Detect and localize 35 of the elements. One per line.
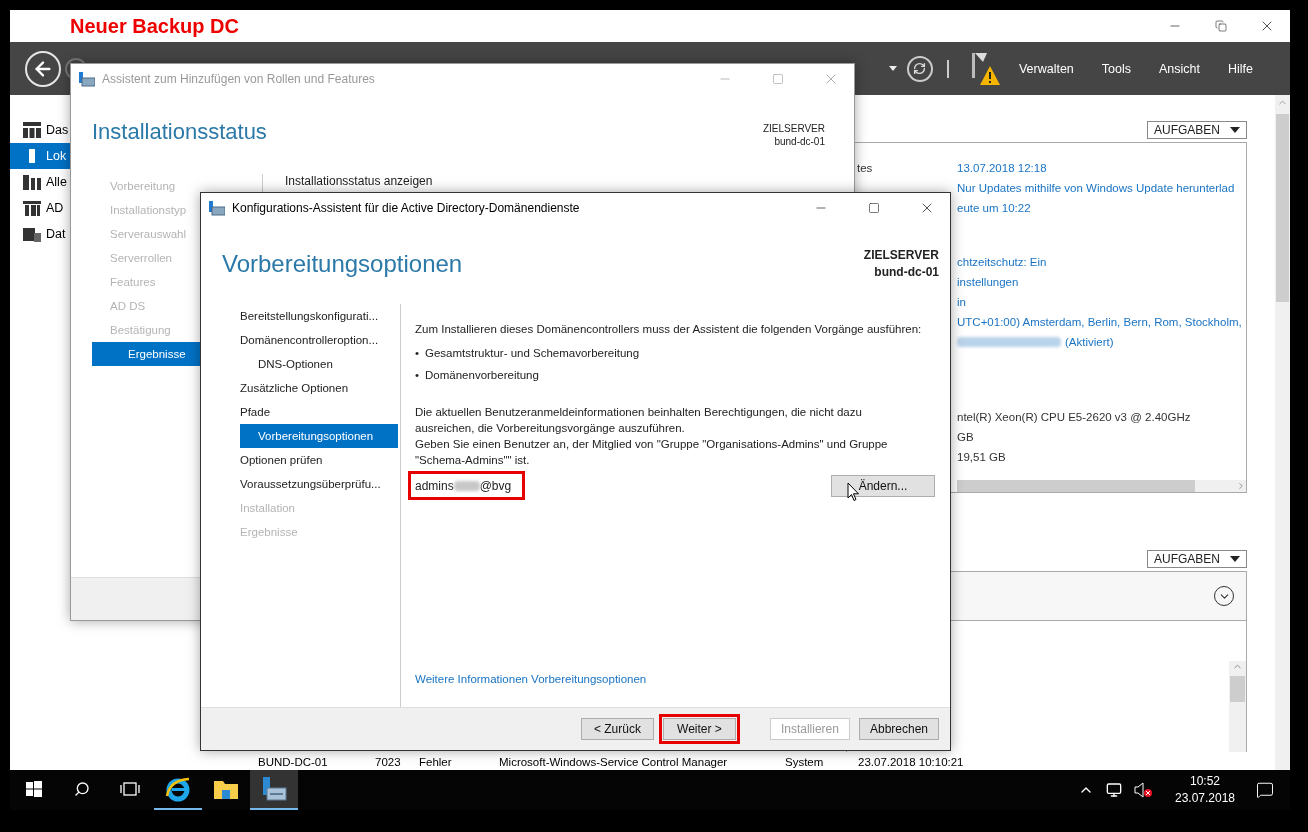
table-cell-text: 23.07.2018 10:10:21 <box>858 756 965 768</box>
sidebar-label: Lok <box>46 149 67 163</box>
window-title: Konfigurations-Assistent für die Active Directory-Domänendienste <box>232 201 581 215</box>
info-text: Die aktuellen Benutzeranmeldeinformationen beinhalten Berechtigungen, die nicht dazu ausreichen, die Vorbereitungsvorgänge auszuführen. <box>415 405 863 436</box>
intro-text: Zum Installieren dieses Domänencontrollers muss der Assistent die folgenden Vorgänge ausführen: <box>415 322 923 337</box>
sidebar-label: Dat <box>46 227 66 241</box>
section-title: Installationsstatus anzeigen <box>284 174 434 188</box>
task-item: Gesamtstruktur- und Schemavorbereitung <box>425 346 640 361</box>
property-value: GB <box>957 431 975 443</box>
task-item: Domänenvorbereitung <box>425 368 539 383</box>
account-domain: @bvg <box>479 478 512 493</box>
target-server: bund-dc-01 <box>774 135 825 148</box>
table-cell-text: Fehler <box>419 756 453 768</box>
window-title: Assistent zum Hinzufügen von Rollen und Features <box>102 72 376 86</box>
bullet-mark: • <box>415 346 420 361</box>
table-cell-text: BUND-DC-01 <box>258 756 329 768</box>
bullet-mark: • <box>415 368 420 383</box>
clock-time: 10:52 <box>1190 773 1220 790</box>
clock-date: 23.07.2018 <box>1174 790 1236 807</box>
table-cell-text: 7023 <box>375 756 402 768</box>
property-value: 19,51 GB <box>957 451 1007 463</box>
target-label: ZIELSERVER <box>863 247 939 264</box>
info-text: Geben Sie einen Benutzer an, der Mitglied von "Gruppe "Organisations-Admins" und Gruppe "Schema-Admins"" ist. <box>415 437 889 468</box>
property-value: ntel(R) Xeon(R) CPU E5-2620 v3 @ 2.40GHz <box>957 411 1192 423</box>
sidebar-label: AD <box>46 201 64 215</box>
target-label: ZIELSERVER <box>762 122 825 135</box>
table-cell-text: System <box>785 756 825 768</box>
page-heading: Installationsstatus <box>92 118 267 146</box>
table-cell-text: Microsoft-Windows-Service Control Manager <box>499 756 729 768</box>
sidebar-label: Das <box>46 123 69 137</box>
property-label: tes <box>856 162 874 174</box>
sidebar-label: Alle <box>46 175 67 189</box>
target-server: bund-dc-01 <box>874 264 939 281</box>
page-heading: Vorbereitungsoptionen <box>222 249 463 279</box>
account-name: admins <box>415 478 454 493</box>
